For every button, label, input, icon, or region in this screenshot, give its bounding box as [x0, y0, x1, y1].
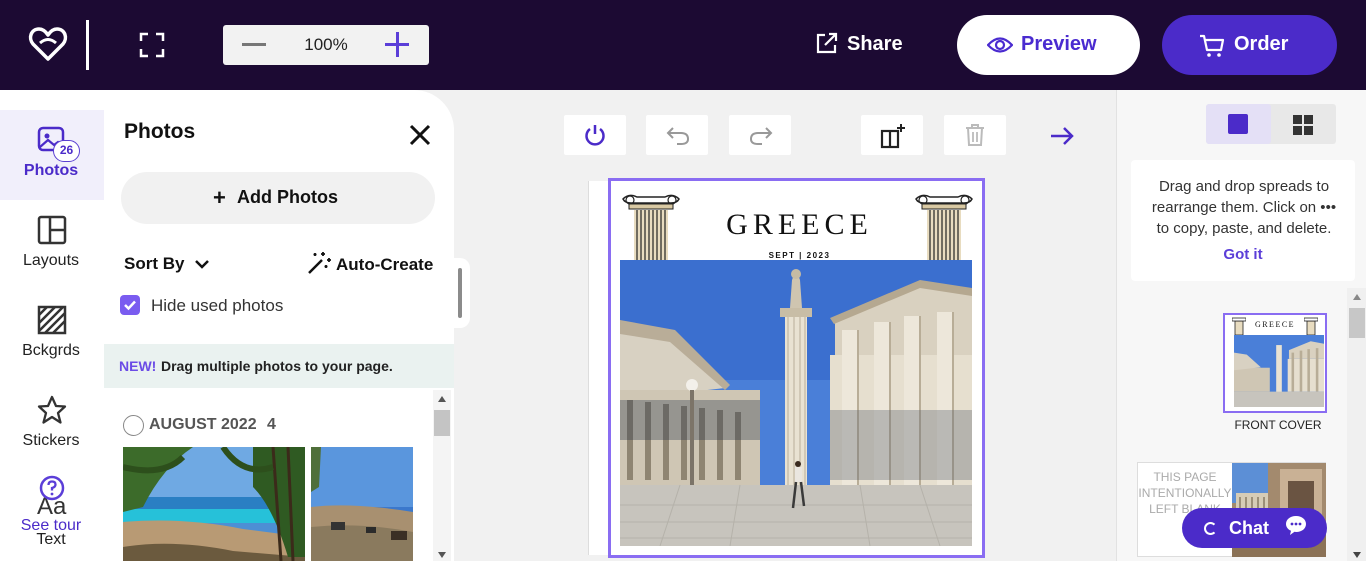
new-tag: NEW! — [119, 358, 157, 374]
rail-label-photos: Photos — [23, 162, 79, 179]
panel-title: Photos — [124, 120, 196, 143]
panel-resize-handle — [454, 258, 470, 328]
cover-thumb-title: GREECE — [1254, 320, 1296, 329]
plus-icon: + — [213, 185, 226, 210]
album-select-radio[interactable] — [123, 415, 144, 436]
add-page-button[interactable] — [861, 115, 923, 155]
album-header: AUGUST 2022 4 — [123, 413, 323, 436]
page-spine — [588, 181, 610, 555]
photo-thumbnail[interactable] — [123, 447, 305, 561]
heart-logo-icon[interactable] — [28, 26, 68, 62]
panel-drag-bar[interactable] — [458, 268, 462, 318]
new-feature-banner: NEW! Drag multiple photos to your page. — [104, 344, 454, 388]
tip-text: Drag and drop spreads to rearrange them.… — [1151, 178, 1337, 237]
photos-panel: Photos + Add Photos Sort By Auto-Create … — [104, 90, 454, 561]
cover-subtitle[interactable]: SEPT | 2023 — [699, 251, 900, 260]
cover-title[interactable]: GREECE — [691, 208, 908, 242]
column-sticker[interactable] — [914, 191, 974, 263]
top-bar: 100% Share Preview Order — [0, 0, 1366, 90]
rail-item-photos[interactable]: 26 Photos — [0, 110, 104, 200]
spread-thumbnail-cover[interactable]: GREECE — [1223, 313, 1327, 413]
chat-button[interactable]: Chat — [1182, 508, 1327, 548]
checkmark-icon — [124, 300, 136, 311]
backgrounds-icon — [37, 305, 67, 335]
help-icon — [39, 475, 65, 501]
photo-thumbnail[interactable] — [311, 447, 413, 561]
loading-spinner-icon — [1204, 522, 1217, 535]
sort-by-dropdown[interactable]: Sort By — [124, 254, 216, 278]
chat-label: Chat — [1229, 518, 1269, 538]
undo-icon — [666, 127, 690, 145]
share-button[interactable]: Share — [812, 28, 918, 62]
magic-wand-icon — [308, 252, 331, 274]
album-count: 4 — [267, 416, 276, 433]
view-toggle — [1206, 104, 1336, 144]
panel-scrollbar[interactable] — [433, 390, 451, 561]
star-icon — [37, 395, 67, 424]
order-label: Order — [1234, 33, 1289, 55]
order-button[interactable]: Order — [1162, 15, 1337, 75]
add-photos-label: Add Photos — [237, 187, 338, 207]
chevron-down-icon — [195, 260, 209, 269]
eye-icon — [987, 37, 1013, 53]
auto-create-button[interactable]: Auto-Create — [306, 250, 436, 278]
redo-button[interactable] — [729, 115, 791, 155]
preview-label: Preview — [1021, 33, 1097, 55]
rail-item-layouts[interactable]: Layouts — [0, 200, 104, 290]
share-icon — [816, 32, 838, 54]
next-page-arrow-icon[interactable] — [1048, 122, 1076, 150]
zoom-value: 100% — [304, 35, 348, 54]
undo-button[interactable] — [646, 115, 708, 155]
add-page-icon — [880, 124, 905, 149]
spreads-scrollbar[interactable] — [1347, 288, 1366, 561]
rail-label-backgrounds: Bckgrds — [22, 342, 80, 359]
spreads-panel: Drag and drop spreads to rearrange them.… — [1116, 90, 1366, 561]
auto-create-label: Auto-Create — [336, 255, 434, 274]
preview-button[interactable]: Preview — [957, 15, 1140, 75]
add-photos-button[interactable]: + Add Photos — [121, 172, 435, 224]
topbar-divider — [86, 20, 89, 70]
see-tour-button[interactable]: See tour — [0, 470, 104, 561]
rail-item-backgrounds[interactable]: Bckgrds — [0, 290, 104, 380]
cover-page[interactable]: GREECE SEPT | 2023 — [608, 178, 985, 558]
rail-label-stickers: Stickers — [22, 432, 80, 449]
front-cover-label: FRONT COVER — [1234, 418, 1322, 432]
column-sticker[interactable] — [621, 191, 681, 263]
hide-used-checkbox[interactable] — [120, 295, 140, 315]
layouts-icon — [37, 215, 67, 245]
share-label: Share — [847, 33, 903, 55]
zoom-out-icon[interactable] — [242, 43, 266, 46]
close-icon[interactable] — [408, 123, 432, 147]
grid-view-button[interactable] — [1271, 104, 1336, 144]
grid-icon — [1293, 115, 1313, 135]
cover-photo[interactable] — [620, 260, 972, 546]
single-view-button[interactable] — [1206, 104, 1271, 144]
toggle-button[interactable] — [564, 115, 626, 155]
banner-message: Drag multiple photos to your page. — [161, 358, 393, 374]
single-page-icon — [1228, 114, 1248, 134]
spreads-tip: Drag and drop spreads to rearrange them.… — [1131, 160, 1355, 281]
power-icon — [585, 125, 605, 146]
photos-count-badge: 26 — [53, 140, 80, 162]
sort-by-label: Sort By — [124, 254, 185, 273]
delete-button[interactable] — [944, 115, 1006, 155]
rail-item-stickers[interactable]: Stickers — [0, 380, 104, 470]
chat-bubble-icon — [1286, 516, 1306, 535]
hide-used-label: Hide used photos — [151, 296, 284, 315]
album-name: AUGUST 2022 — [149, 416, 257, 433]
trash-icon — [966, 124, 984, 146]
fullscreen-icon[interactable] — [138, 31, 166, 59]
rail-label-layouts: Layouts — [22, 252, 80, 269]
redo-icon — [749, 127, 773, 145]
got-it-button[interactable]: Got it — [1131, 246, 1355, 263]
cart-icon — [1200, 34, 1225, 57]
hide-used-photos-toggle[interactable]: Hide used photos — [120, 295, 320, 317]
see-tour-label: See tour — [20, 517, 82, 534]
cover-thumb-photo — [1234, 335, 1324, 407]
